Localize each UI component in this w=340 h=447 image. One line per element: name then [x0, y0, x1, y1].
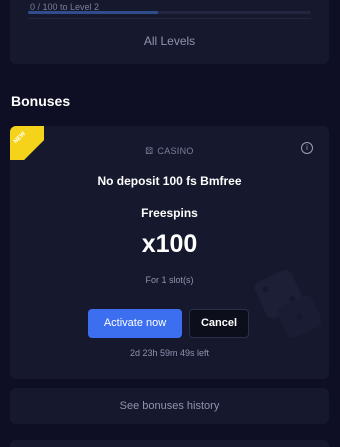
levels-progress-bar [28, 11, 311, 14]
cancel-button[interactable]: Cancel [189, 309, 249, 338]
bonus-category: ⚄ CASINO [10, 146, 329, 157]
divider [28, 18, 311, 19]
levels-card: 0 / 100 to Level 2 All Levels [10, 0, 329, 64]
activate-now-button[interactable]: Activate now [88, 309, 182, 338]
category-label: CASINO [157, 146, 194, 156]
bonus-title: No deposit 100 fs Bmfree [97, 174, 242, 188]
levels-progress-fill [28, 11, 159, 14]
reward-type: Freespins [141, 206, 198, 220]
next-section-card [10, 440, 329, 447]
ribbon-text: NEW [12, 130, 28, 146]
reward-amount: x100 [141, 230, 198, 258]
info-icon[interactable]: i [301, 142, 313, 154]
bonuses-page: 0 / 100 to Level 2 All Levels Bonuses NE… [0, 0, 340, 447]
dice-decoration-icon [254, 269, 321, 338]
dice-icon: ⚄ [145, 146, 154, 156]
section-title-bonuses: Bonuses [11, 93, 71, 109]
all-levels-link[interactable]: All Levels [10, 34, 329, 48]
time-left: 2d 23h 59m 49s left [129, 348, 210, 358]
bonus-card: NEW ⚄ CASINO i No deposit 100 fs Bmfree F… [10, 126, 329, 379]
see-bonuses-history-button[interactable]: See bonuses history [10, 388, 329, 424]
